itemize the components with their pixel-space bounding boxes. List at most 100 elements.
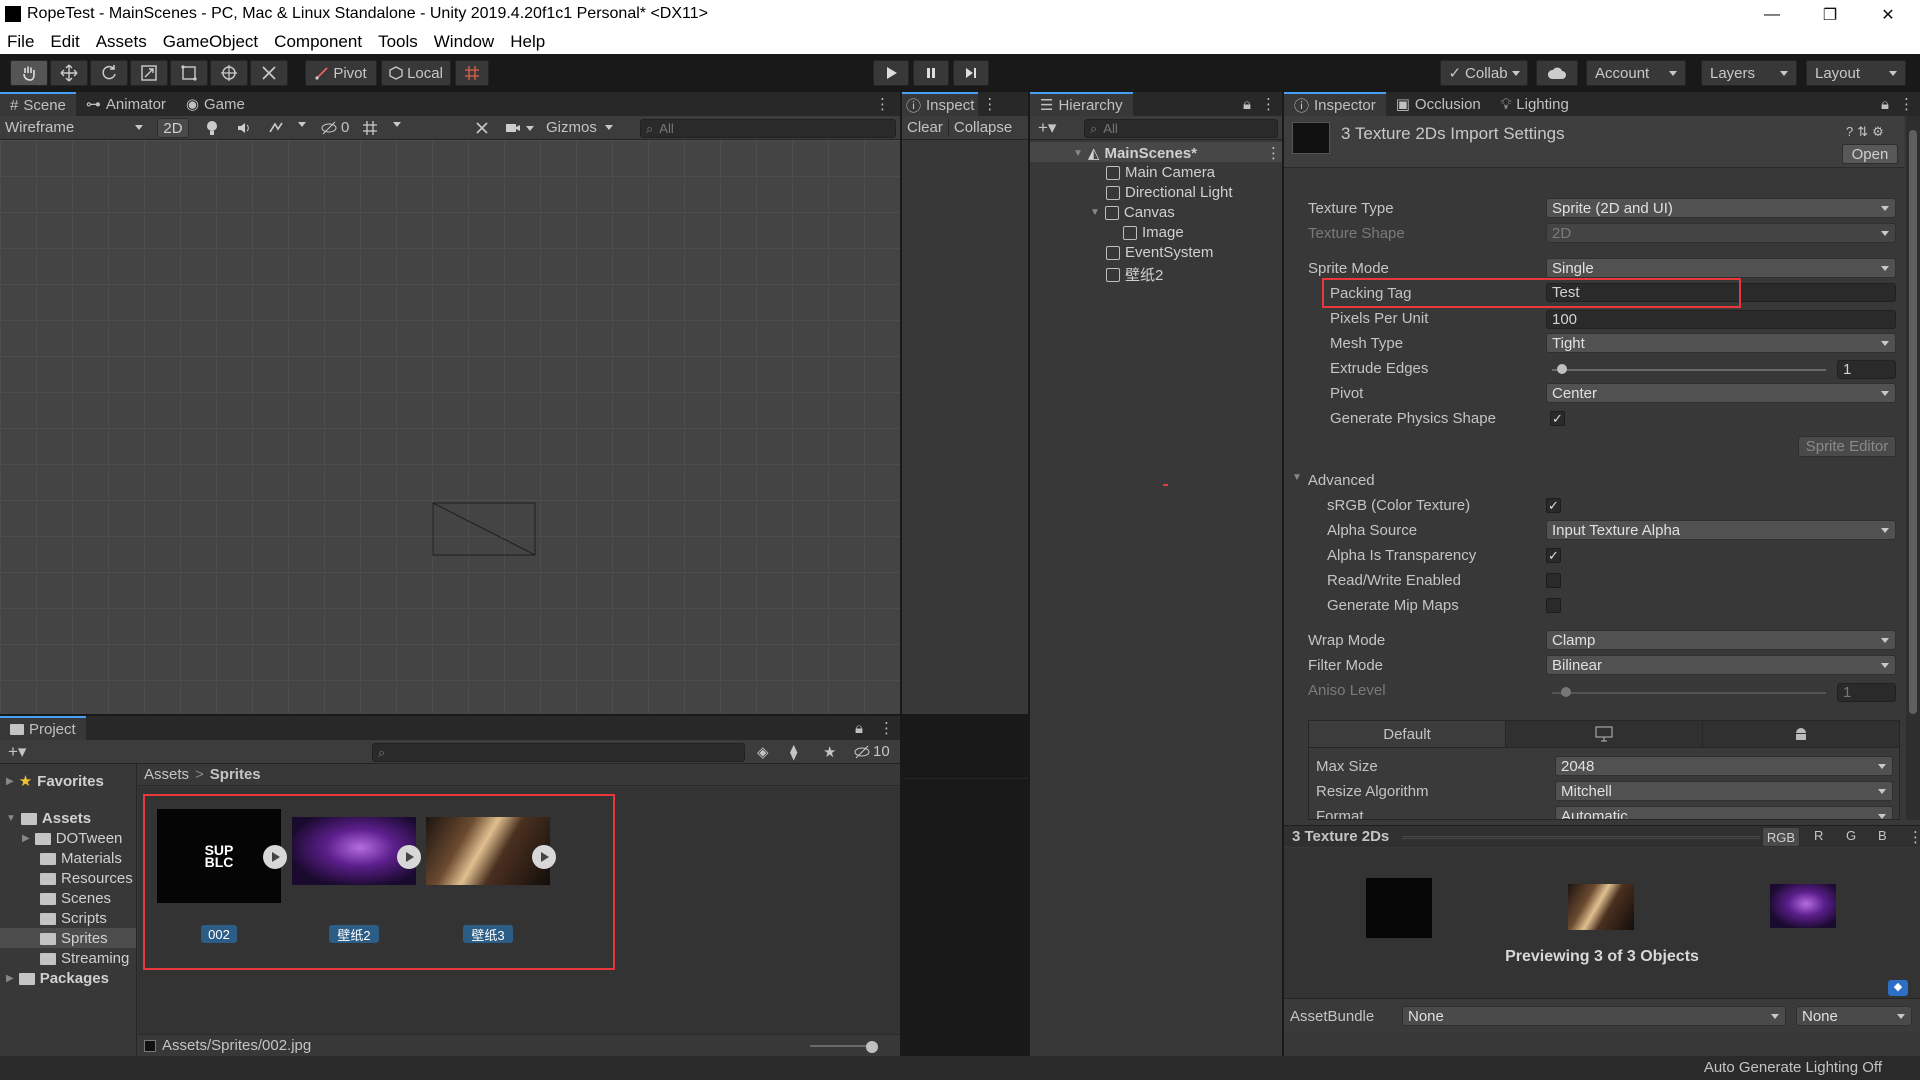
- collapse-button[interactable]: Collapse: [947, 119, 1017, 136]
- resize-algorithm-dropdown[interactable]: Mitchell: [1555, 781, 1893, 801]
- minimize-button[interactable]: —: [1743, 0, 1801, 29]
- hidden-packages-toggle[interactable]: 10: [853, 743, 890, 760]
- snap-grid-button[interactable]: [455, 60, 489, 86]
- tab-hierarchy[interactable]: ☰ Hierarchy: [1030, 92, 1133, 116]
- icon-size-slider-knob[interactable]: [866, 1041, 878, 1053]
- menu-edit[interactable]: Edit: [50, 32, 79, 52]
- console-menu-icon[interactable]: ⋮: [978, 92, 1001, 116]
- cloud-button[interactable]: [1536, 60, 1578, 86]
- mesh-type-dropdown[interactable]: Tight: [1546, 333, 1896, 353]
- menu-component[interactable]: Component: [274, 32, 362, 52]
- close-button[interactable]: ✕: [1859, 0, 1917, 29]
- inspector-menu-icon[interactable]: ⋮: [1893, 92, 1920, 116]
- folder-item-resources[interactable]: Resources: [40, 870, 133, 887]
- extrude-edges-slider-knob[interactable]: [1557, 364, 1567, 374]
- breadcrumb-sprites[interactable]: Sprites: [210, 766, 261, 783]
- format-dropdown[interactable]: Automatic: [1555, 806, 1893, 819]
- scene-tools-icon[interactable]: [474, 120, 490, 136]
- channel-rgb-button[interactable]: RGB: [1762, 827, 1800, 847]
- advanced-foldout[interactable]: ▼ Advanced: [1292, 472, 1375, 489]
- lock-icon[interactable]: 🔒︎: [1877, 92, 1893, 116]
- inspector-scrollbar[interactable]: [1906, 116, 1920, 820]
- scene-viewport[interactable]: [0, 140, 900, 714]
- platform-tab-standalone[interactable]: [1505, 721, 1702, 747]
- lock-icon[interactable]: 🔒︎: [1239, 92, 1255, 116]
- camera-dropdown[interactable]: [505, 121, 534, 135]
- account-dropdown[interactable]: Account: [1586, 60, 1686, 86]
- channel-g-button[interactable]: G: [1846, 828, 1856, 843]
- project-menu-icon[interactable]: ⋮: [873, 716, 900, 740]
- preview-menu-icon[interactable]: ⋮: [1908, 828, 1920, 846]
- collab-dropdown[interactable]: ✓ Collab: [1440, 60, 1528, 86]
- tab-game[interactable]: ◉ Game: [176, 92, 255, 116]
- max-size-dropdown[interactable]: 2048: [1555, 756, 1893, 776]
- icon-size-slider[interactable]: [810, 1045, 872, 1047]
- folder-item-sprites[interactable]: Sprites: [40, 930, 108, 947]
- generate-physics-shape-checkbox[interactable]: ✓: [1550, 411, 1565, 426]
- asset-label-wallpaper2[interactable]: 壁纸2: [329, 925, 379, 943]
- scene-root-item[interactable]: ▼ ◭ MainScenes*: [1073, 144, 1197, 163]
- scene-menu-icon[interactable]: ⋮: [1266, 144, 1281, 162]
- local-toggle[interactable]: Local: [381, 60, 451, 86]
- grid-toggle-icon[interactable]: [362, 120, 378, 136]
- pivot-dropdown[interactable]: Center: [1546, 383, 1896, 403]
- tab-inspector[interactable]: ⓘ Inspector: [1284, 92, 1386, 116]
- audio-icon[interactable]: [236, 120, 252, 136]
- rect-tool-button[interactable]: [170, 60, 208, 86]
- inspector-scrollbar-thumb[interactable]: [1909, 130, 1917, 714]
- layers-dropdown[interactable]: Layers: [1701, 60, 1797, 86]
- texture-type-dropdown[interactable]: Sprite (2D and UI): [1546, 198, 1896, 218]
- chevron-down-icon[interactable]: [393, 122, 401, 127]
- play-button[interactable]: [873, 60, 909, 86]
- project-search-input[interactable]: ⌕: [372, 743, 745, 762]
- menu-gameobject[interactable]: GameObject: [163, 32, 258, 52]
- hierarchy-item-main-camera[interactable]: Main Camera: [1106, 164, 1215, 181]
- hierarchy-item-eventsystem[interactable]: EventSystem: [1106, 244, 1213, 261]
- sprite-mode-dropdown[interactable]: Single: [1546, 258, 1896, 278]
- light-bulb-icon[interactable]: [205, 120, 219, 136]
- asset-label-icon[interactable]: ◆: [1888, 980, 1908, 996]
- tab-lighting[interactable]: 💡︎ Lighting: [1491, 92, 1579, 116]
- hierarchy-item-image[interactable]: Image: [1123, 224, 1184, 241]
- extrude-edges-input[interactable]: 1: [1837, 360, 1896, 379]
- packages-item[interactable]: ▶ Packages: [6, 970, 109, 987]
- pixels-per-unit-input[interactable]: 100: [1546, 310, 1896, 329]
- maximize-button[interactable]: ❐: [1801, 0, 1859, 29]
- filter-mode-dropdown[interactable]: Bilinear: [1546, 655, 1896, 675]
- pivot-toggle[interactable]: Pivot: [305, 60, 377, 86]
- folder-item-dotween[interactable]: ▶ DOTween: [22, 830, 122, 847]
- generate-mipmaps-checkbox[interactable]: [1546, 598, 1561, 613]
- channel-r-button[interactable]: R: [1814, 828, 1823, 843]
- play-icon[interactable]: [397, 845, 421, 869]
- pause-button[interactable]: [913, 60, 949, 86]
- create-button[interactable]: +▾: [8, 742, 26, 762]
- folder-item-scenes[interactable]: Scenes: [40, 890, 111, 907]
- tab-animator[interactable]: ⊶ Animator: [76, 92, 176, 116]
- label-tag-icon[interactable]: ⧫: [790, 743, 797, 761]
- 2d-toggle[interactable]: 2D: [157, 118, 189, 138]
- extrude-edges-slider[interactable]: [1552, 369, 1826, 371]
- menu-tools[interactable]: Tools: [378, 32, 418, 52]
- scene-menu-icon[interactable]: ⋮: [865, 92, 900, 116]
- step-button[interactable]: [953, 60, 989, 86]
- rotate-tool-button[interactable]: [90, 60, 128, 86]
- open-button[interactable]: Open: [1842, 144, 1898, 164]
- channel-b-button[interactable]: B: [1878, 828, 1887, 843]
- lock-icon[interactable]: 🔒︎: [845, 716, 873, 740]
- assetbundle-dropdown[interactable]: None: [1402, 1006, 1786, 1026]
- preview-drag-handle[interactable]: [1402, 836, 1760, 839]
- favorite-star-icon[interactable]: ★: [823, 743, 836, 761]
- menu-window[interactable]: Window: [434, 32, 494, 52]
- folder-item-streaming[interactable]: Streaming: [40, 950, 129, 967]
- tab-occlusion[interactable]: ▣ Occlusion: [1386, 92, 1491, 116]
- folder-item-scripts[interactable]: Scripts: [40, 910, 107, 927]
- draw-mode-dropdown[interactable]: Wireframe: [5, 119, 147, 136]
- menu-assets[interactable]: Assets: [96, 32, 147, 52]
- tab-console[interactable]: ⓘ Inspect: [902, 92, 979, 116]
- srgb-checkbox[interactable]: ✓: [1546, 498, 1561, 513]
- scene-search-input[interactable]: ⌕ All: [640, 119, 896, 138]
- gizmos-dropdown[interactable]: Gizmos: [546, 119, 626, 136]
- hierarchy-search-input[interactable]: ⌕ All: [1084, 119, 1278, 138]
- folder-item-materials[interactable]: Materials: [40, 850, 122, 867]
- menu-help[interactable]: Help: [510, 32, 545, 52]
